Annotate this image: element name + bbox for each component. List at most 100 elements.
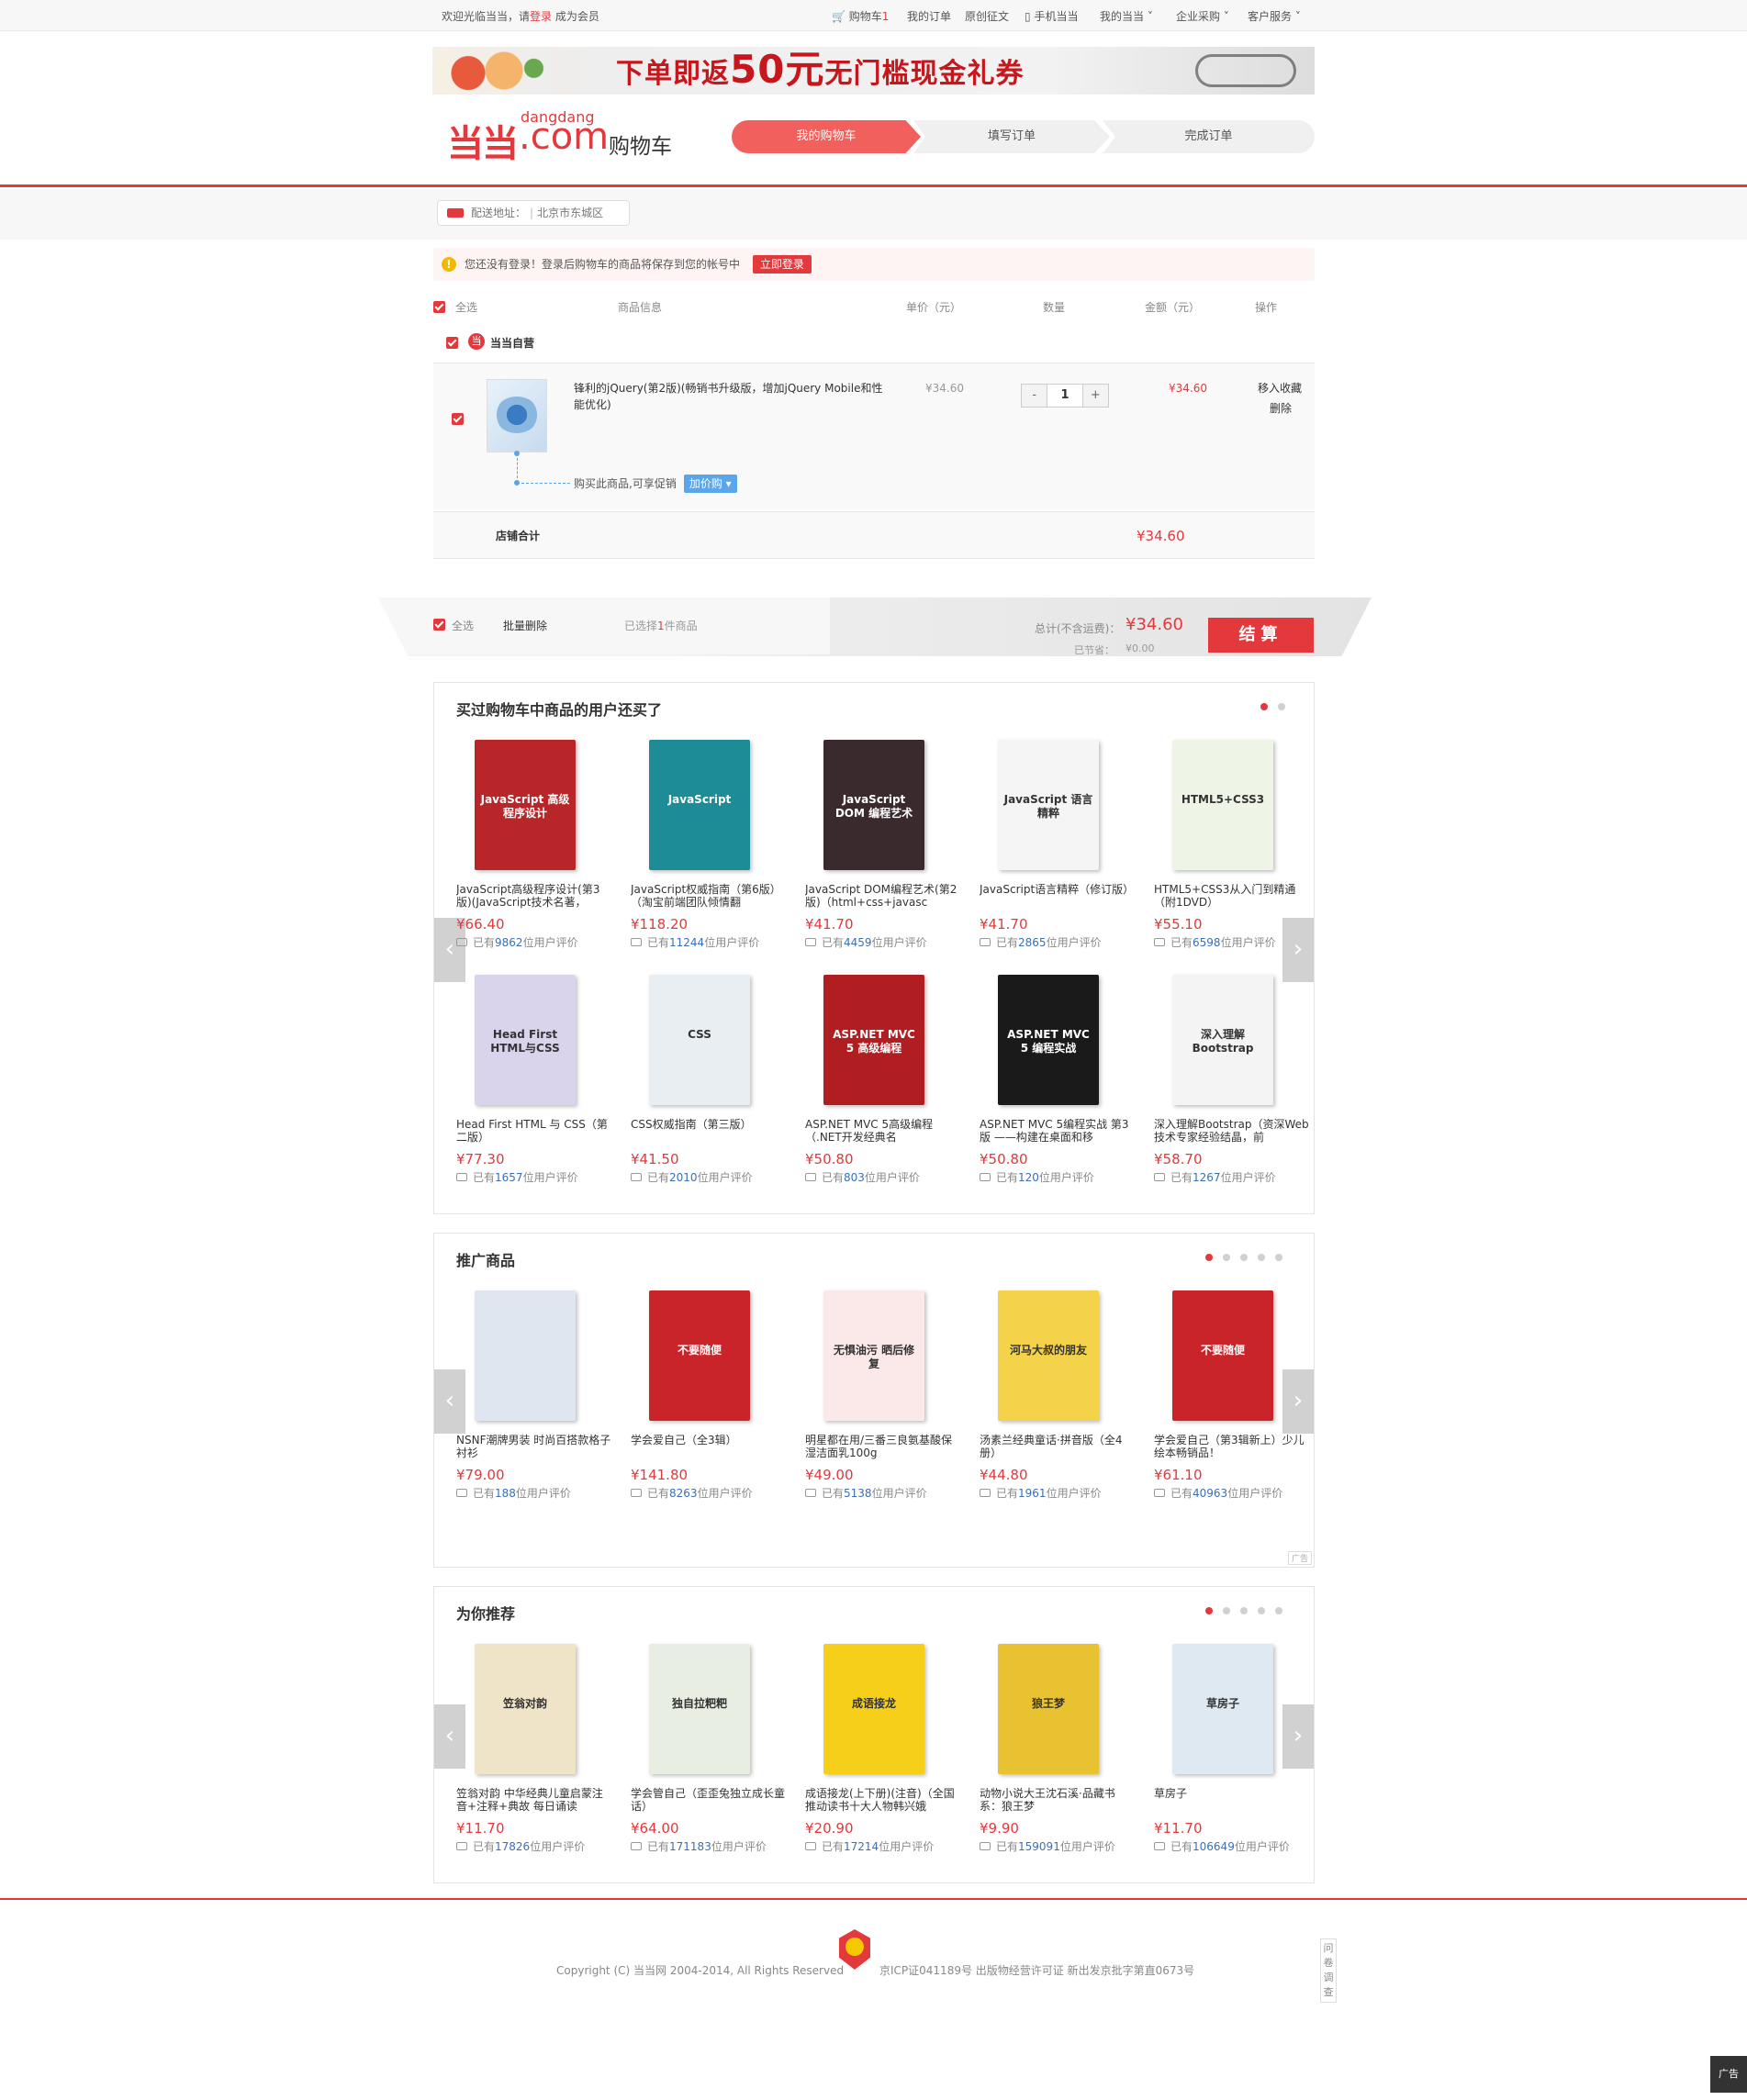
checkout-button[interactable]: 结算 (1208, 618, 1314, 653)
item-book-cover[interactable] (487, 379, 547, 452)
login-link[interactable]: 登录 (530, 10, 552, 23)
product-name-link[interactable]: Head First HTML 与 CSS（第二版） (456, 1118, 612, 1144)
review-count[interactable]: 已有6598位用户评价 (1154, 934, 1310, 950)
shop-name[interactable]: 当当自营 (490, 335, 534, 351)
shop-checkbox[interactable] (446, 337, 458, 349)
survey-button[interactable]: 问卷调查 (1320, 1938, 1337, 2003)
login-now-button[interactable]: 立即登录 (752, 255, 812, 274)
bottom-select-all-checkbox[interactable] (433, 619, 445, 631)
product-image[interactable]: 无惧油污 晒后修复 (805, 1285, 943, 1424)
product-card[interactable]: ASP.NET MVC 5 编程实战 ASP.NET MVC 5编程实战 第3版 … (980, 969, 1136, 1185)
product-image[interactable]: JavaScript 语言精粹 (980, 734, 1117, 874)
product-image[interactable]: JavaScript (631, 734, 768, 874)
carousel-dots[interactable] (1260, 703, 1285, 710)
my-orders-link[interactable]: 我的订单 (907, 8, 951, 24)
delete-item-link[interactable]: 删除 (1270, 400, 1292, 416)
batch-delete-link[interactable]: 批量删除 (503, 618, 547, 633)
product-card[interactable]: 不要随便 学会爱自己（全3辑） ¥141.80 已有8263位用户评价 (631, 1285, 787, 1501)
carousel-dot[interactable] (1278, 703, 1285, 710)
original-essay-link[interactable]: 原创征文 (965, 8, 1009, 24)
review-count[interactable]: 已有4459位用户评价 (805, 934, 961, 950)
review-count[interactable]: 已有8263位用户评价 (631, 1485, 787, 1501)
product-name-link[interactable]: JavaScript权威指南（第6版）（淘宝前端团队倾情翻 (631, 883, 787, 909)
top-cart-link[interactable]: 🛒 购物车1 (832, 8, 889, 24)
product-image[interactable]: 河马大叔的朋友 (980, 1285, 1117, 1424)
product-card[interactable]: Head First HTML与CSS Head First HTML 与 CSS… (456, 969, 612, 1185)
select-all-checkbox[interactable] (433, 301, 445, 313)
review-count[interactable]: 已有9862位用户评价 (456, 934, 612, 950)
delivery-address-selector[interactable]: 配送地址： | 北京市东城区 (437, 200, 630, 226)
promo-banner[interactable]: 下单即返50元无门槛现金礼券 (432, 47, 1315, 95)
product-image[interactable]: 深入理解 Bootstrap (1154, 969, 1292, 1109)
product-image[interactable]: 不要随便 (631, 1285, 768, 1424)
product-card[interactable]: 笠翁对韵 笠翁对韵 中华经典儿童启蒙注音+注释+典故 每日诵读 ¥11.70 已有17… (456, 1638, 612, 1854)
product-image[interactable] (456, 1285, 594, 1424)
product-image[interactable]: 笠翁对韵 (456, 1638, 594, 1778)
enterprise-purchase-link[interactable]: 企业采购 ˅ (1176, 8, 1229, 24)
ad-corner-button[interactable]: 广告 (1710, 2056, 1747, 2093)
product-card[interactable]: NSNF潮牌男装 时尚百搭款格子衬衫 ¥79.00 已有188位用户评价 (456, 1285, 612, 1501)
review-count[interactable]: 已有5138位用户评价 (805, 1485, 961, 1501)
review-count[interactable]: 已有1267位用户评价 (1154, 1169, 1310, 1185)
review-count[interactable]: 已有40963位用户评价 (1154, 1485, 1310, 1501)
quantity-stepper[interactable]: - 1 + (1021, 384, 1109, 408)
product-name-link[interactable]: 成语接龙(上下册)(注音)（全国推动读书十大人物韩兴娥 (805, 1787, 961, 1813)
product-name-link[interactable]: 笠翁对韵 中华经典儿童启蒙注音+注释+典故 每日诵读 (456, 1787, 612, 1813)
product-card[interactable]: CSS CSS权威指南（第三版） ¥41.50 已有2010位用户评价 (631, 969, 787, 1185)
review-count[interactable]: 已有1961位用户评价 (980, 1485, 1136, 1501)
product-card[interactable]: 河马大叔的朋友 汤素兰经典童话·拼音版（全4册） ¥44.80 已有1961位用户评价 (980, 1285, 1136, 1501)
product-card[interactable]: 狼王梦 动物小说大王沈石溪·品藏书系：狼王梦 ¥9.90 已有159091位用户评价 (980, 1638, 1136, 1854)
product-image[interactable]: 独自拉粑粑 (631, 1638, 768, 1778)
product-image[interactable]: HTML5+CSS3 (1154, 734, 1292, 874)
review-count[interactable]: 已有17214位用户评价 (805, 1838, 961, 1854)
item-checkbox[interactable] (452, 413, 464, 425)
item-name-link[interactable]: 锋利的jQuery(第2版)(畅销书升级版，增加jQuery Mobile和性能… (574, 380, 886, 413)
product-card[interactable]: 草房子 草房子 ¥11.70 已有106649位用户评价 (1154, 1638, 1310, 1854)
review-count[interactable]: 已有2010位用户评价 (631, 1169, 787, 1185)
product-card[interactable]: JavaScript JavaScript权威指南（第6版）（淘宝前端团队倾情翻 ¥… (631, 734, 787, 950)
review-count[interactable]: 已有17826位用户评价 (456, 1838, 612, 1854)
review-count[interactable]: 已有188位用户评价 (456, 1485, 612, 1501)
product-card[interactable]: JavaScript DOM 编程艺术 JavaScript DOM编程艺术(第2… (805, 734, 961, 950)
qty-plus-button[interactable]: + (1082, 385, 1108, 407)
product-image[interactable]: JavaScript DOM 编程艺术 (805, 734, 943, 874)
product-name-link[interactable]: 学会爱自己（全3辑） (631, 1434, 787, 1459)
police-badge-icon[interactable] (839, 1929, 870, 1970)
product-name-link[interactable]: CSS权威指南（第三版） (631, 1118, 787, 1144)
mobile-dangdang-link[interactable]: ▯ 手机当当 (1025, 8, 1078, 24)
product-card[interactable]: 不要随便 学会爱自己（第3辑新上）少儿绘本畅销品！ ¥61.10 已有40963位用户… (1154, 1285, 1310, 1501)
product-image[interactable]: CSS (631, 969, 768, 1109)
product-name-link[interactable]: 学会爱自己（第3辑新上）少儿绘本畅销品！ (1154, 1434, 1310, 1459)
product-name-link[interactable]: 学会管自己（歪歪兔独立成长童话） (631, 1787, 787, 1813)
qty-input[interactable]: 1 (1047, 385, 1083, 407)
product-card[interactable]: HTML5+CSS3 HTML5+CSS3从入门到精通（附1DVD） ¥55.10 已… (1154, 734, 1310, 950)
product-card[interactable]: 深入理解 Bootstrap 深入理解Bootstrap（资深Web技术专家经验结… (1154, 969, 1310, 1185)
dangdang-logo[interactable]: 当当 dangdang .com 购物车 (447, 108, 686, 165)
product-image[interactable]: JavaScript 高级程序设计 (456, 734, 594, 874)
product-name-link[interactable]: 明星都在用/三番三良氨基酸保湿洁面乳100g (805, 1434, 961, 1459)
product-name-link[interactable]: 动物小说大王沈石溪·品藏书系：狼王梦 (980, 1787, 1136, 1813)
product-name-link[interactable]: NSNF潮牌男装 时尚百搭款格子衬衫 (456, 1434, 612, 1459)
product-name-link[interactable]: HTML5+CSS3从入门到精通（附1DVD） (1154, 883, 1310, 909)
review-count[interactable]: 已有11244位用户评价 (631, 934, 787, 950)
product-name-link[interactable]: ASP.NET MVC 5高级编程（.NET开发经典名 (805, 1118, 961, 1144)
product-image[interactable]: 草房子 (1154, 1638, 1292, 1778)
register-link[interactable]: 成为会员 (555, 10, 599, 23)
product-image[interactable]: 不要随便 (1154, 1285, 1292, 1424)
product-image[interactable]: ASP.NET MVC 5 编程实战 (980, 969, 1117, 1109)
review-count[interactable]: 已有120位用户评价 (980, 1169, 1136, 1185)
customer-service-link[interactable]: 客户服务 ˅ (1248, 8, 1301, 24)
review-count[interactable]: 已有2865位用户评价 (980, 934, 1136, 950)
product-name-link[interactable]: ASP.NET MVC 5编程实战 第3版 ——构建在桌面和移 (980, 1118, 1136, 1144)
product-card[interactable]: JavaScript 高级程序设计 JavaScript高级程序设计(第3版)(J… (456, 734, 612, 950)
product-image[interactable]: Head First HTML与CSS (456, 969, 594, 1109)
product-name-link[interactable]: JavaScript语言精粹（修订版） (980, 883, 1136, 909)
product-image[interactable]: ASP.NET MVC 5 高级编程 (805, 969, 943, 1109)
product-name-link[interactable]: JavaScript高级程序设计(第3版)(JavaScript技术名著， (456, 883, 612, 909)
product-card[interactable]: ASP.NET MVC 5 高级编程 ASP.NET MVC 5高级编程（.NET… (805, 969, 961, 1185)
carousel-dot[interactable] (1260, 703, 1268, 710)
qty-minus-button[interactable]: - (1022, 385, 1047, 407)
product-card[interactable]: 无惧油污 晒后修复 明星都在用/三番三良氨基酸保湿洁面乳100g ¥49.00 已有5… (805, 1285, 961, 1501)
review-count[interactable]: 已有1657位用户评价 (456, 1169, 612, 1185)
product-name-link[interactable]: JavaScript DOM编程艺术(第2版)（html+css+javasc (805, 883, 961, 909)
